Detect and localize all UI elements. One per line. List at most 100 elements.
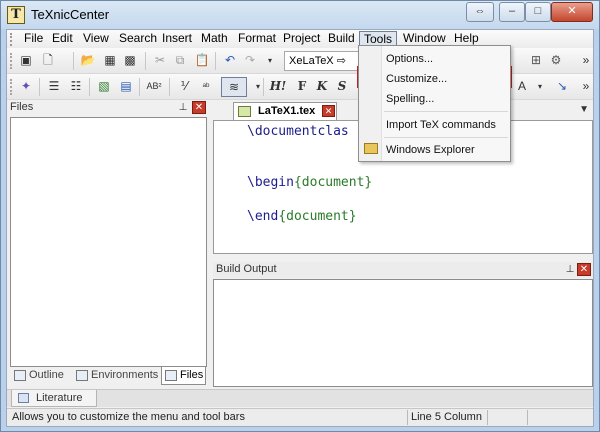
files-panel: Files ⊥ ✕ Outline Environments Files [7,100,209,386]
superscript-button[interactable]: AB² [145,77,163,97]
tab-outline[interactable]: Outline [11,367,73,385]
editor-tab-label: LaTeX1.tex [258,105,316,117]
heading-button[interactable]: H! [269,77,287,97]
title-bar: T TeXnicCenter ⇔ – □ ✕ [1,1,599,29]
windows-explorer-icon [364,143,378,154]
tab-files-label: Files [180,369,204,381]
text-color-dropdown-icon[interactable]: ▾ [531,77,549,97]
latex-command: \end [247,209,279,224]
tab-outline-label: Outline [29,369,64,381]
redo-dropdown-icon[interactable]: ▾ [261,51,279,71]
menu-edit[interactable]: Edit [48,31,77,47]
paste-icon[interactable]: 📋 [193,51,211,71]
status-bar: Allows you to customize the menu and too… [7,408,593,426]
new-file-icon[interactable]: 🗋 [39,51,57,71]
environments-icon [76,370,88,381]
cut-icon[interactable]: ✂ [151,51,169,71]
insert-table-icon[interactable]: ▤ [117,77,135,97]
close-panel-icon[interactable]: ✕ [192,101,206,114]
project-icon[interactable]: ▣ [17,51,35,71]
close-panel-icon[interactable]: ✕ [577,263,591,276]
close-window-button[interactable]: ✕ [551,2,593,22]
build-output-label: Build Output [216,263,277,275]
search-files-icon[interactable]: ⚙ [547,51,565,71]
status-divider [487,410,488,425]
copy-icon[interactable]: ⧉ [171,51,189,71]
pin-icon[interactable]: ⊥ [177,102,189,114]
menu-item-spelling[interactable]: Spelling... [386,93,434,105]
toolbar-separator [39,78,40,96]
tex-file-icon [238,106,251,117]
status-divider [527,410,528,425]
tab-literature[interactable]: Literature [11,390,97,407]
menu-math[interactable]: Math [197,31,232,47]
status-divider [407,410,408,425]
toolbar-overflow-icon[interactable]: » [577,51,595,71]
menu-item-windows-explorer[interactable]: Windows Explorer [386,144,475,156]
arrow-tool-icon[interactable]: ↘ [553,77,571,97]
insert-picture-icon[interactable]: ▧ [95,77,113,97]
menu-file[interactable]: File [20,31,47,47]
minimize-button[interactable]: – [499,2,525,22]
menu-view[interactable]: View [79,31,113,47]
latex-command: \begin [247,175,294,190]
toolbar-separator [73,52,74,70]
build-output-panel[interactable] [213,279,593,387]
redo-icon[interactable]: ↷ [241,51,259,71]
math-mode-icon[interactable]: ≋ [221,77,247,97]
latex-command: \documentclas [247,124,349,139]
status-message: Allows you to customize the menu and too… [12,411,245,423]
toolbar-overflow-icon[interactable]: » [577,77,595,97]
cursor-position: Line 5 Column [411,411,482,423]
menu-format[interactable]: Format [234,31,280,47]
sparkle-icon[interactable]: ✦ [17,77,35,97]
toolbar-separator [215,52,216,70]
tab-files[interactable]: Files [161,367,206,385]
window-title: TeXnicCenter [31,7,110,22]
code-line: \begin{document} [247,175,372,190]
text-color-icon[interactable]: A [513,77,531,97]
files-icon [165,370,177,381]
toolbar-grip[interactable] [10,53,13,69]
menu-item-customize[interactable]: Customize... [386,73,447,85]
italic-button[interactable]: K [313,77,331,97]
toolbar-separator [89,78,90,96]
outline-icon [14,370,26,381]
files-tree[interactable] [10,117,207,367]
explorer-icon[interactable]: ⊞ [527,51,545,71]
numbered-list-icon[interactable]: ☷ [67,77,85,97]
toolbar-separator [169,78,170,96]
menubar-grip[interactable] [10,33,13,46]
menu-item-options[interactable]: Options... [386,53,433,65]
maximize-button[interactable]: □ [525,2,551,22]
build-profile-combo[interactable]: XeLaTeX ⇨ PDF [284,51,362,85]
bold-button[interactable]: F [293,77,311,97]
latex-argument: {document} [278,209,357,224]
save-icon[interactable]: ▦ [101,51,119,71]
abc-replace-icon[interactable]: ᵃᵇ [197,77,215,97]
math-dropdown-icon[interactable]: ▾ [249,77,267,97]
tab-environments-label: Environments [91,369,159,381]
menu-separator [384,111,508,112]
undo-icon[interactable]: ↶ [221,51,239,71]
menu-insert[interactable]: Insert [158,31,196,47]
toolbar-separator [263,78,264,96]
tab-environments[interactable]: Environments [73,367,161,385]
menu-build[interactable]: Build [324,31,359,47]
menu-item-import-tex-commands[interactable]: Import TeX commands [386,119,496,131]
latex-argument: {document} [293,175,373,190]
tab-list-dropdown-icon[interactable]: ▼ [579,104,589,115]
slanted-button[interactable]: S [333,77,351,97]
toolbar-grip[interactable] [10,79,13,95]
open-folder-icon[interactable]: 📂 [79,51,97,71]
bullet-list-icon[interactable]: ☰ [45,77,63,97]
menu-search[interactable]: Search [115,31,161,47]
pin-icon[interactable]: ⊥ [564,264,576,276]
close-tab-icon[interactable]: ✕ [322,105,335,117]
code-line: \end{document} [247,209,357,224]
restore-down-button[interactable]: ⇔ [466,2,494,22]
save-all-icon[interactable]: ▩ [121,51,139,71]
menu-project[interactable]: Project [279,31,324,47]
tab-latex1-tex[interactable]: LaTeX1.tex ✕ [233,102,337,120]
fraction-icon[interactable]: ⅟ [175,77,193,97]
